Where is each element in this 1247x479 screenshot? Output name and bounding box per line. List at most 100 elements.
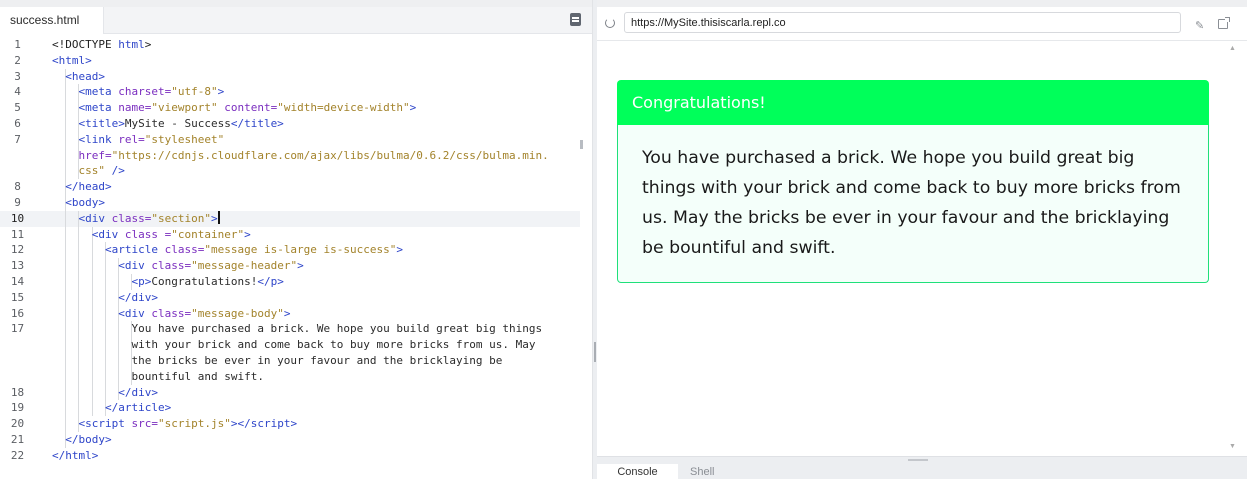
code-line[interactable]: 8 </head> xyxy=(0,179,580,195)
code-text: </body> xyxy=(65,432,112,446)
code-editor-pane[interactable]: success.html 1 <!DOCTYPE html> 2 <html> 3 <h… xyxy=(0,0,592,479)
code-text: <body> xyxy=(65,195,105,209)
code-text: <div class="message-header"> xyxy=(118,259,304,273)
preview-url-bar: ✎ xyxy=(597,7,1247,41)
code-line[interactable]: 12 <article class="message is-large is-s… xyxy=(0,242,580,259)
scroll-down-arrow-icon[interactable]: ▼ xyxy=(1229,443,1236,450)
code-line[interactable]: 21 </body> xyxy=(0,431,580,448)
line-number: 7 xyxy=(14,132,21,146)
editor-tab-bar: success.html xyxy=(0,7,592,34)
code-text: <article class="message is-large is-succ… xyxy=(104,243,404,257)
line-number: 11 xyxy=(10,227,25,241)
tab-console[interactable]: Console xyxy=(597,464,678,479)
editor-scrollbar[interactable] xyxy=(580,140,583,149)
code-text: <head> xyxy=(65,69,105,83)
code-text: You have purchased a brick. We hope you … xyxy=(131,322,543,336)
code-area[interactable]: 1 <!DOCTYPE html> 2 <html> 3 <head> 4 <meta c… xyxy=(0,37,580,464)
line-number: 19 xyxy=(10,401,25,415)
code-line[interactable]: with your brick and come back to buy mor… xyxy=(0,337,580,353)
line-number: 14 xyxy=(10,274,25,288)
code-text: css" /> xyxy=(78,164,125,178)
code-line[interactable]: 13 <div class="message-header"> xyxy=(0,258,580,274)
code-text: <p>Congratulations!</p> xyxy=(131,274,284,288)
code-text: the bricks be ever in your favour and th… xyxy=(131,353,503,367)
code-text: <script src="script.js"></script> xyxy=(78,417,298,431)
console-resize-handle[interactable] xyxy=(908,459,928,461)
url-input[interactable] xyxy=(624,12,1181,33)
code-text: </article> xyxy=(104,401,172,415)
code-line[interactable]: bountiful and swift. xyxy=(0,368,580,385)
code-text: <meta charset="utf-8"> xyxy=(78,85,225,99)
line-number: 20 xyxy=(10,417,25,431)
line-number: 6 xyxy=(14,116,21,130)
line-number: 15 xyxy=(10,290,25,304)
code-line[interactable]: 5 <meta name="viewport" content="width=d… xyxy=(0,100,580,116)
code-line[interactable]: css" /> xyxy=(0,163,580,180)
code-text: <meta name="viewport" content="width=dev… xyxy=(78,101,417,115)
code-line[interactable]: 6 <title>MySite - Success</title> xyxy=(0,115,580,132)
message-header-text: Congratulations! xyxy=(632,93,766,112)
code-line[interactable]: 17 You have purchased a brick. We hope y… xyxy=(0,321,580,338)
code-text: href="https://cdnjs.cloudflare.com/ajax/… xyxy=(78,148,549,162)
line-number: 9 xyxy=(14,195,21,209)
code-line[interactable]: 1 <!DOCTYPE html> xyxy=(0,37,580,53)
file-tab-success-html[interactable]: success.html xyxy=(0,7,104,34)
code-text: </div> xyxy=(118,290,158,304)
code-text: <title>MySite - Success</title> xyxy=(78,116,284,130)
code-text: <div class="section"> xyxy=(78,210,220,225)
line-number: 8 xyxy=(14,180,21,194)
open-in-new-tab-icon[interactable] xyxy=(1218,17,1230,29)
code-line[interactable]: 2 <html> xyxy=(0,53,580,69)
code-text: <div class="message-body"> xyxy=(118,306,291,320)
code-text: <!DOCTYPE html> xyxy=(52,38,152,51)
reload-icon[interactable] xyxy=(605,18,615,28)
code-line[interactable]: 19 </article> xyxy=(0,400,580,417)
console-panel-bar: Console Shell xyxy=(597,456,1247,479)
line-number: 1 xyxy=(14,38,21,51)
code-line[interactable]: the bricks be ever in your favour and th… xyxy=(0,352,580,369)
divider-grip-handle[interactable] xyxy=(594,342,596,362)
code-line[interactable]: 14 <p>Congratulations!</p> xyxy=(0,273,580,290)
code-line[interactable]: 4 <meta charset="utf-8"> xyxy=(0,84,580,101)
code-text: <link rel="stylesheet" xyxy=(78,132,225,146)
code-line[interactable]: 10 <div class="section"> xyxy=(0,210,580,227)
pencil-icon[interactable]: ✎ xyxy=(1195,19,1204,32)
code-text: <html> xyxy=(52,53,92,67)
code-line[interactable]: 18 </div> xyxy=(0,384,580,401)
line-number: 13 xyxy=(10,259,25,273)
success-message: Congratulations! You have purchased a br… xyxy=(617,80,1209,283)
line-number: 22 xyxy=(10,448,25,462)
line-number: 18 xyxy=(10,385,25,399)
code-line[interactable]: 3 <head> xyxy=(0,68,580,85)
line-number: 12 xyxy=(10,243,25,257)
line-number: 2 xyxy=(14,53,21,67)
code-line[interactable]: 11 <div class ="container"> xyxy=(0,226,580,243)
code-line[interactable]: 9 <body> xyxy=(0,194,580,211)
code-line[interactable]: href="https://cdnjs.cloudflare.com/ajax/… xyxy=(0,147,580,164)
code-text: with your brick and come back to buy mor… xyxy=(131,338,536,352)
code-line[interactable]: 20 <script src="script.js"></script> xyxy=(0,416,580,432)
scroll-up-arrow-icon[interactable]: ▲ xyxy=(1229,45,1236,52)
code-text: <div class ="container"> xyxy=(91,227,251,241)
editor-top-strip xyxy=(0,0,592,7)
preview-viewport[interactable]: ▲ Congratulations! You have purchased a … xyxy=(597,42,1247,456)
line-number: 16 xyxy=(10,306,25,320)
line-number: 5 xyxy=(14,101,21,115)
line-number: 3 xyxy=(14,69,21,83)
code-line[interactable]: 15 </div> xyxy=(0,289,580,306)
line-number: 10 xyxy=(10,211,25,225)
message-header: Congratulations! xyxy=(617,80,1209,125)
tab-shell[interactable]: Shell xyxy=(690,464,714,479)
code-line[interactable]: 22 </html> xyxy=(0,448,580,464)
preview-top-strip xyxy=(597,0,1247,7)
code-text: </div> xyxy=(118,385,158,399)
document-icon[interactable] xyxy=(570,13,581,26)
line-number: 17 xyxy=(10,322,25,336)
code-line[interactable]: 7 <link rel="stylesheet" xyxy=(0,131,580,148)
code-line[interactable]: 16 <div class="message-body"> xyxy=(0,305,580,322)
web-preview-pane: ✎ ▲ Congratulations! You have purchased … xyxy=(597,0,1247,479)
line-number: 21 xyxy=(10,432,25,446)
code-text: </head> xyxy=(65,180,112,194)
code-text: </html> xyxy=(52,448,99,462)
code-text: bountiful and swift. xyxy=(131,369,264,383)
